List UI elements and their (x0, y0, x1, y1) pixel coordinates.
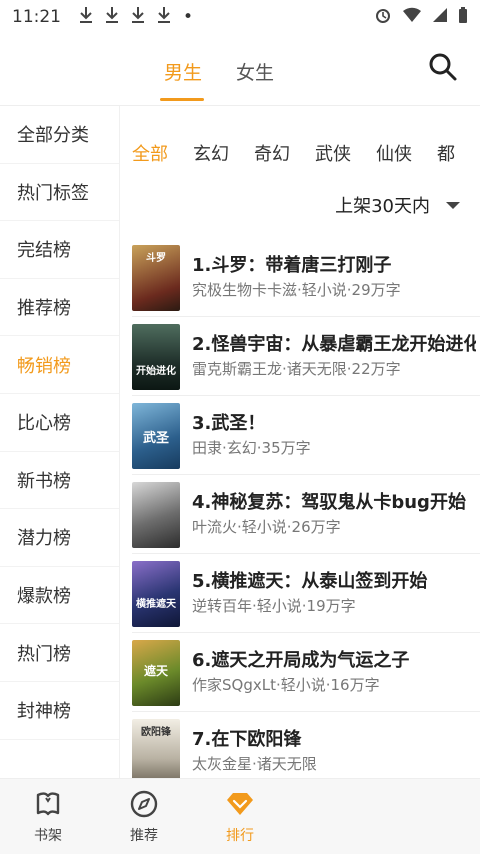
book-list: 斗罗 1.斗罗：带着唐三打刚子 究极生物卡卡滋·轻小说·29万字 开始进化 2.… (132, 238, 480, 791)
book-title: 5.横推遮天：从泰山签到开始 (192, 571, 428, 592)
sidebar-item-heart[interactable]: 比心榜 (0, 394, 119, 452)
status-bar: 11:21 • (0, 0, 480, 34)
category-all[interactable]: 全部 (132, 140, 168, 170)
search-button[interactable] (428, 52, 462, 86)
book-cover: 斗罗 (132, 245, 180, 311)
chevron-down-icon (446, 201, 460, 209)
book-title: 4.神秘复苏：驾驭鬼从卡bug开始 (192, 492, 466, 513)
book-cover: 横推遮天 (132, 561, 180, 627)
ranking-sidebar: 全部分类 热门标签 完结榜 推荐榜 畅销榜 比心榜 新书榜 潜力榜 爆款榜 热门… (0, 106, 120, 778)
book-meta: 叶流火·轻小说·26万字 (192, 518, 341, 536)
book-meta: 田隶·玄幻·35万字 (192, 439, 311, 457)
bookshelf-icon (36, 792, 60, 816)
book-meta: 雷克斯霸王龙·诸天无限·22万字 (192, 360, 401, 378)
book-meta: 太灰金星·诸天无限 (192, 755, 317, 773)
nav-label-bookshelf: 书架 (34, 828, 62, 844)
book-cover (132, 482, 180, 548)
list-item[interactable]: 开始进化 2.怪兽宇宙：从暴虐霸王龙开始进化 雷克斯霸王龙·诸天无限·22万字 (132, 317, 480, 396)
signal-icon (432, 7, 448, 28)
download-icon (131, 6, 145, 29)
book-title: 1.斗罗：带着唐三打刚子 (192, 255, 392, 276)
book-title: 6.遮天之开局成为气运之子 (192, 650, 410, 671)
category-xianxia[interactable]: 仙侠 (376, 140, 412, 170)
book-cover: 武圣 (132, 403, 180, 469)
download-icon (157, 6, 171, 29)
time-filter-dropdown[interactable]: 上架30天内 (335, 192, 460, 218)
book-meta: 究极生物卡卡滋·轻小说·29万字 (192, 281, 401, 299)
book-cover: 遮天 (132, 640, 180, 706)
category-dushi[interactable]: 都 (437, 140, 455, 170)
download-icon (105, 6, 119, 29)
sidebar-item-all-categories[interactable]: 全部分类 (0, 106, 119, 164)
time-filter-label: 上架30天内 (335, 196, 430, 217)
book-title: 7.在下欧阳锋 (192, 729, 302, 750)
download-icon (79, 6, 93, 29)
sidebar-item-legendary[interactable]: 封神榜 (0, 682, 119, 740)
category-xuanhuan[interactable]: 玄幻 (193, 140, 229, 170)
search-icon (429, 53, 457, 81)
book-cover: 开始进化 (132, 324, 180, 390)
alarm-icon (374, 6, 392, 29)
diamond-icon (227, 793, 253, 815)
book-meta: 作家SQgxLt·轻小说·16万字 (192, 676, 380, 694)
status-time: 11:21 (12, 7, 61, 27)
sidebar-item-completed[interactable]: 完结榜 (0, 221, 119, 279)
category-wuxia[interactable]: 武侠 (315, 140, 351, 170)
category-filter: 全部 玄幻 奇幻 武侠 仙侠 都 (132, 140, 480, 170)
list-item[interactable]: 遮天 6.遮天之开局成为气运之子 作家SQgxLt·轻小说·16万字 (132, 633, 480, 712)
tab-female[interactable]: 女生 (236, 58, 274, 85)
book-meta: 逆转百年·轻小说·19万字 (192, 597, 356, 615)
sidebar-item-new-books[interactable]: 新书榜 (0, 452, 119, 510)
status-right (374, 6, 468, 29)
tab-male[interactable]: 男生 (164, 58, 202, 85)
nav-bookshelf[interactable]: 书架 (8, 789, 88, 845)
sidebar-item-hot[interactable]: 热门榜 (0, 624, 119, 682)
sidebar-item-viral[interactable]: 爆款榜 (0, 567, 119, 625)
book-title: 2.怪兽宇宙：从暴虐霸王龙开始进化 (192, 334, 476, 355)
sidebar-item-potential[interactable]: 潜力榜 (0, 509, 119, 567)
list-item[interactable]: 武圣 3.武圣！ 田隶·玄幻·35万字 (132, 396, 480, 475)
nav-label-recommend: 推荐 (130, 828, 158, 844)
app-root: 11:21 • 男生 女生 全部分类 热门标签 完结榜 推荐榜 畅销榜 比心榜 … (0, 0, 480, 854)
active-tab-underline (160, 98, 204, 101)
book-cover: 欧阳锋 (132, 719, 180, 785)
wifi-icon (402, 7, 422, 28)
book-title: 3.武圣！ (192, 413, 266, 434)
sidebar-item-bestseller[interactable]: 畅销榜 (0, 336, 119, 394)
list-item[interactable]: 4.神秘复苏：驾驭鬼从卡bug开始 叶流火·轻小说·26万字 (132, 475, 480, 554)
list-item[interactable]: 横推遮天 5.横推遮天：从泰山签到开始 逆转百年·轻小说·19万字 (132, 554, 480, 633)
nav-ranking[interactable]: 排行 (200, 789, 280, 845)
sidebar-item-recommended[interactable]: 推荐榜 (0, 279, 119, 337)
list-item[interactable]: 斗罗 1.斗罗：带着唐三打刚子 究极生物卡卡滋·轻小说·29万字 (132, 238, 480, 317)
category-qihuan[interactable]: 奇幻 (254, 140, 290, 170)
bottom-navigation: 书架 推荐 排行 (0, 778, 480, 854)
compass-icon (130, 790, 158, 818)
download-notifications: • (79, 6, 193, 29)
notification-dot: • (183, 7, 194, 27)
nav-recommend[interactable]: 推荐 (104, 789, 184, 845)
nav-label-ranking: 排行 (226, 828, 254, 844)
sidebar-item-hot-tags[interactable]: 热门标签 (0, 164, 119, 222)
gender-tabs: 男生 女生 (0, 34, 480, 106)
battery-icon (458, 6, 468, 29)
